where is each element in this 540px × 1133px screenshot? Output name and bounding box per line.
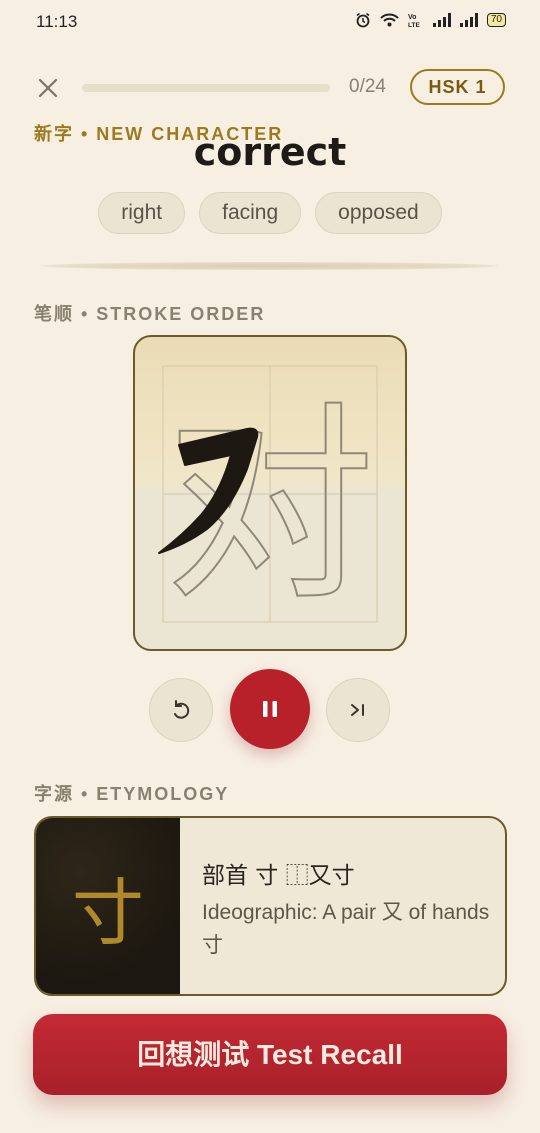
radical-tile: 寸 <box>36 818 180 994</box>
alarm-icon <box>356 12 370 28</box>
skip-next-icon <box>351 704 364 716</box>
radical-glyph: 寸 <box>71 870 144 955</box>
next-stroke-button[interactable] <box>326 678 390 742</box>
replay-button[interactable] <box>149 678 213 742</box>
character-outline: 对 <box>165 384 375 629</box>
signal-icon <box>432 13 451 27</box>
wifi-icon <box>380 13 399 27</box>
stroke-order-label: 笔顺 • STROKE ORDER <box>34 304 266 324</box>
svg-text:Vo: Vo <box>408 14 416 21</box>
etymology-description: Ideographic: A pair 又 of hands 寸 <box>202 901 490 957</box>
test-recall-button[interactable]: 回想测试 Test Recall <box>33 1014 507 1095</box>
status-time: 11:13 <box>36 12 78 31</box>
pause-button[interactable] <box>230 669 310 749</box>
meaning-chip[interactable]: right <box>98 192 186 234</box>
status-icons: Vo LTE 70 <box>355 12 506 28</box>
stroke-order-canvas[interactable]: 对 <box>133 335 407 651</box>
meaning-chips: right facing opposed <box>0 192 540 234</box>
meaning-chip[interactable]: opposed <box>315 192 442 234</box>
progress-counter: 0/24 <box>349 76 386 97</box>
etymology-card: 寸 部首 寸 ⿰又寸 Ideographic: A pair 又 of hand… <box>34 816 507 996</box>
replay-icon <box>174 700 190 719</box>
signal-2-icon <box>459 13 478 27</box>
etymology-label: 字源 • ETYMOLOGY <box>34 784 230 804</box>
close-icon[interactable] <box>36 76 60 100</box>
battery-icon: 70 <box>486 13 506 27</box>
level-badge[interactable]: HSK 1 <box>410 69 505 105</box>
meaning-chip[interactable]: facing <box>199 192 302 234</box>
progress-bar <box>82 84 330 92</box>
divider <box>42 262 498 270</box>
svg-text:LTE: LTE <box>408 22 420 28</box>
pause-icon <box>263 701 277 717</box>
volte-icon: VoLTE <box>408 14 420 28</box>
stroke-animation: 对 <box>158 365 378 630</box>
etymology-title: 部首 寸 ⿰又寸 <box>202 863 355 889</box>
word-meaning: correct <box>193 130 347 174</box>
